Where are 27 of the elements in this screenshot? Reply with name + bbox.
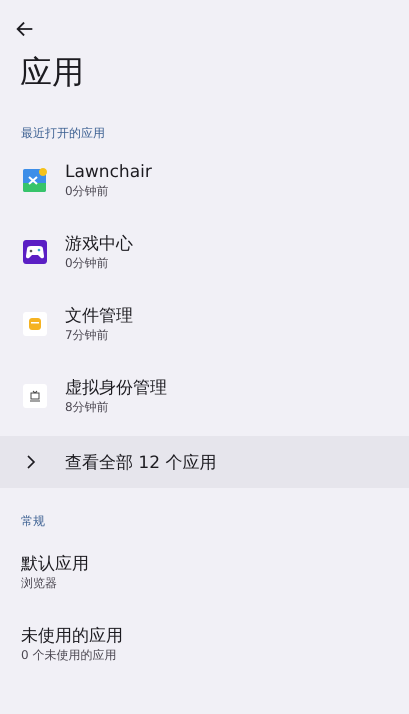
- last-used-time: 7分钟前: [65, 327, 110, 343]
- app-name: 文件管理: [65, 305, 133, 327]
- see-all-apps-button[interactable]: 查看全部 12 个应用: [0, 436, 409, 488]
- app-list-item[interactable]: 文件管理 7分钟前: [0, 288, 409, 360]
- page-title: 应用: [20, 52, 85, 93]
- app-list-item[interactable]: Lawnchair 0分钟前: [0, 144, 409, 216]
- app-list-item[interactable]: 游戏中心 0分钟前: [0, 216, 409, 288]
- app-name: 虚拟身份管理: [65, 377, 167, 399]
- see-all-label: 查看全部 12 个应用: [65, 452, 216, 474]
- settings-item-summary: 浏览器: [21, 575, 58, 591]
- gamepad-icon: [23, 240, 47, 264]
- settings-item-summary: 0 个未使用的应用: [21, 647, 118, 663]
- last-used-time: 0分钟前: [65, 255, 110, 271]
- settings-item-title: 未使用的应用: [21, 625, 124, 647]
- landscape-icon: [23, 168, 47, 192]
- last-used-time: 8分钟前: [65, 399, 110, 415]
- last-used-time: 0分钟前: [65, 183, 110, 199]
- app-list-item[interactable]: 虚拟身份管理 8分钟前: [0, 360, 409, 432]
- app-name: 游戏中心: [65, 233, 133, 255]
- section-header: 最近打开的应用: [21, 125, 106, 142]
- settings-item[interactable]: 默认应用 浏览器: [0, 536, 409, 608]
- folder-icon: [23, 312, 47, 336]
- tv-icon: [23, 384, 47, 408]
- settings-item[interactable]: 未使用的应用 0 个未使用的应用: [0, 608, 409, 680]
- section-header: 常规: [21, 513, 46, 530]
- settings-item-title: 默认应用: [21, 553, 90, 575]
- app-name: Lawnchair: [65, 161, 152, 183]
